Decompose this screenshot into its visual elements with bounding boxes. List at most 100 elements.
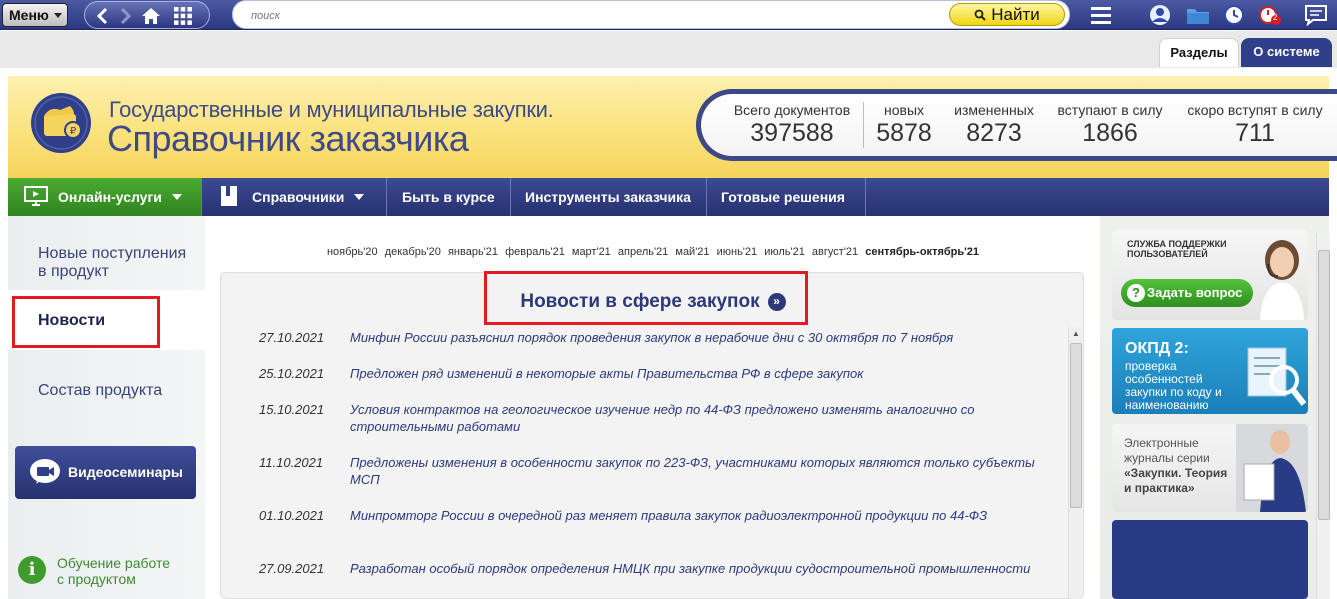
wallet-logo-icon: ₽ xyxy=(31,93,91,153)
right-sidebar: СЛУЖБА ПОДДЕРЖКИ ПОЛЬЗОВАТЕЛЕЙ ? Задать … xyxy=(1100,216,1329,599)
main-navigation: Онлайн-услуги Справочники Быть в курсе И… xyxy=(8,178,1329,216)
news-link[interactable]: Условия контрактов на геологическое изуч… xyxy=(350,401,1040,435)
stat-value: 8273 xyxy=(966,119,1022,147)
top-toolbar: Меню Найти 2 xyxy=(0,0,1337,30)
menu-label: Меню xyxy=(9,7,49,23)
month-link[interactable]: май'21 xyxy=(675,246,709,258)
news-date: 25.10.2021 xyxy=(259,366,325,381)
forward-icon[interactable] xyxy=(115,6,135,26)
training-link[interactable]: i Обучение работе с продуктом xyxy=(18,553,198,593)
news-link[interactable]: Разработан особый порядок определения НМ… xyxy=(350,560,1040,577)
chevron-down-icon xyxy=(171,194,182,200)
stat-total[interactable]: Всего документов 397588 xyxy=(731,102,853,148)
video-seminars-button[interactable]: Видеосеминары xyxy=(15,446,196,499)
training-label: Обучение работе с продуктом xyxy=(57,555,170,587)
scroll-thumb[interactable] xyxy=(1070,343,1082,508)
okpd-title: ОКПД 2: xyxy=(1125,340,1189,357)
month-link[interactable]: апрель'21 xyxy=(618,246,668,258)
book-icon xyxy=(221,186,237,206)
journals-name: «Закупки. Теория и практика» xyxy=(1124,466,1228,495)
info-icon: i xyxy=(18,556,46,584)
stat-new[interactable]: новых 5878 xyxy=(869,102,939,148)
training-line1: Обучение работе xyxy=(57,555,171,571)
stat-label: скоро вступят в силу xyxy=(1187,102,1323,118)
nav-label: Быть в курсе xyxy=(402,189,495,205)
find-button[interactable]: Найти xyxy=(949,3,1065,26)
news-link[interactable]: Предложены изменения в особенности закуп… xyxy=(350,454,1040,488)
support-label: СЛУЖБА ПОДДЕРЖКИ ПОЛЬЗОВАТЕЛЕЙ xyxy=(1127,239,1227,259)
alarm-icon[interactable] xyxy=(1258,4,1282,26)
month-selector: ноябрь'20 декабрь'20 январь'21 февраль'2… xyxy=(206,246,1100,258)
chat-icon[interactable] xyxy=(1304,4,1328,26)
banner-title-line2: Справочник заказчика xyxy=(107,118,469,159)
banner-promo[interactable] xyxy=(1112,520,1308,599)
product-banner: ₽ Государственные и муниципальные закупк… xyxy=(8,76,1337,178)
month-link[interactable]: ноябрь'20 xyxy=(327,246,378,258)
nav-keep-informed[interactable]: Быть в курсе xyxy=(387,178,511,216)
month-link[interactable]: март'21 xyxy=(572,246,611,258)
page-scrollbar[interactable] xyxy=(1316,234,1330,599)
back-icon[interactable] xyxy=(93,6,113,26)
stat-soon-effective[interactable]: скоро вступят в силу 711 xyxy=(1181,102,1329,148)
menu-button[interactable]: Меню xyxy=(2,3,68,27)
month-link[interactable]: январь'21 xyxy=(448,246,498,258)
tabs-row: Разделы О системе xyxy=(0,31,1337,68)
stat-label: измененных xyxy=(954,102,1034,118)
sidebar-item-new-items[interactable]: Новые поступления в продукт xyxy=(38,245,198,281)
nav-directories[interactable]: Справочники xyxy=(202,178,387,216)
menu-caret-icon xyxy=(54,13,62,18)
news-link[interactable]: Минпромторг России в очередной раз меняе… xyxy=(350,507,1040,524)
news-date: 01.10.2021 xyxy=(259,508,325,523)
month-link[interactable]: декабрь'20 xyxy=(385,246,441,258)
news-scrollbar[interactable]: ▲ xyxy=(1068,327,1082,599)
support-operator-icon xyxy=(1260,240,1304,320)
video-label: Видеосеминары xyxy=(68,464,183,480)
okpd-promo[interactable]: ОКПД 2: проверка особенностей закупки по… xyxy=(1112,328,1308,414)
notification-badge: 2 xyxy=(1273,13,1278,22)
find-label: Найти xyxy=(991,5,1040,24)
search-input[interactable] xyxy=(251,8,851,24)
month-link[interactable]: июнь'21 xyxy=(717,246,758,258)
document-stats: Всего документов 397588 новых 5878 измен… xyxy=(696,89,1337,161)
nav-ready-solutions[interactable]: Готовые решения xyxy=(707,178,866,216)
home-icon[interactable] xyxy=(141,6,161,26)
training-line2: с продуктом xyxy=(57,571,136,587)
stat-divider xyxy=(863,102,864,148)
journals-promo[interactable]: Электронные журналы серии «Закупки. Теор… xyxy=(1112,424,1308,512)
user-icon[interactable] xyxy=(1148,4,1172,26)
sidebar-item-composition[interactable]: Состав продукта xyxy=(38,382,162,400)
tab-razdely[interactable]: Разделы xyxy=(1159,38,1239,67)
nav-online-services[interactable]: Онлайн-услуги xyxy=(8,178,202,216)
stat-value: 1866 xyxy=(1082,119,1138,147)
hamburger-icon[interactable] xyxy=(1089,4,1113,26)
highlight-news-heading xyxy=(484,271,808,325)
monitor-icon xyxy=(24,186,48,206)
nav-label: Инструменты заказчика xyxy=(525,189,691,205)
search-icon xyxy=(974,9,986,21)
scroll-up-icon[interactable]: ▲ xyxy=(1069,329,1083,341)
video-camera-icon xyxy=(30,459,60,484)
clock-icon[interactable] xyxy=(1222,4,1246,26)
grid-icon[interactable] xyxy=(173,6,193,26)
news-link[interactable]: Минфин России разъяснил порядок проведен… xyxy=(350,329,1040,346)
nav-customer-tools[interactable]: Инструменты заказчика xyxy=(511,178,707,216)
stat-label: Всего документов xyxy=(733,102,851,118)
stat-changed[interactable]: измененных 8273 xyxy=(947,102,1041,148)
folder-icon[interactable] xyxy=(1186,4,1210,26)
month-link[interactable]: февраль'21 xyxy=(505,246,565,258)
stat-label: новых xyxy=(883,102,925,118)
ask-question-button[interactable]: ? Задать вопрос xyxy=(1121,279,1253,307)
news-date: 27.10.2021 xyxy=(259,330,325,345)
chevron-down-icon xyxy=(354,194,365,200)
search-box: Найти xyxy=(232,0,1070,29)
tab-about[interactable]: О системе xyxy=(1241,38,1332,67)
month-link-current[interactable]: сентябрь-октябрь'21 xyxy=(865,246,979,258)
ask-label: Задать вопрос xyxy=(1147,285,1243,300)
month-link[interactable]: август'21 xyxy=(812,246,858,258)
support-promo[interactable]: СЛУЖБА ПОДДЕРЖКИ ПОЛЬЗОВАТЕЛЕЙ ? Задать … xyxy=(1112,230,1308,320)
stat-effective[interactable]: вступают в силу 1866 xyxy=(1051,102,1169,148)
news-link[interactable]: Предложен ряд изменений в некоторые акты… xyxy=(350,365,1040,382)
stat-value: 5878 xyxy=(876,119,932,147)
month-link[interactable]: июль'21 xyxy=(764,246,805,258)
scroll-thumb[interactable] xyxy=(1318,250,1330,520)
